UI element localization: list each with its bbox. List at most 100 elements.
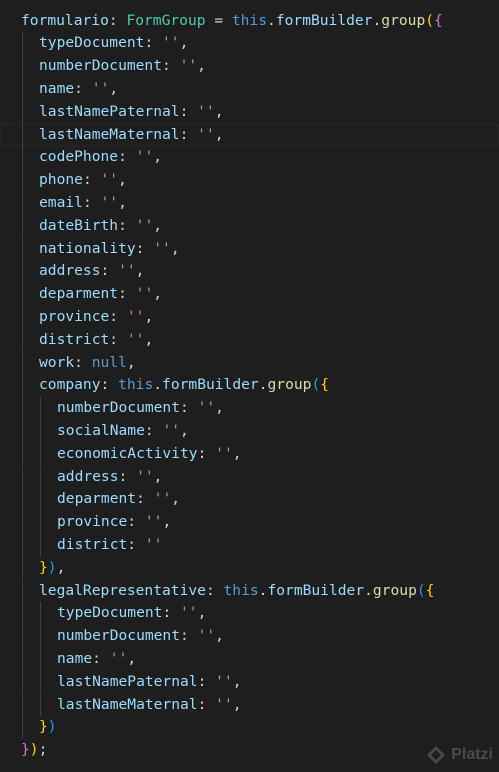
code-line[interactable]: email: '',	[0, 191, 499, 215]
code-line[interactable]: province: '',	[0, 305, 499, 329]
string-literal: ''	[144, 535, 163, 553]
punctuation: ,	[215, 627, 224, 645]
code-line[interactable]: district: '',	[0, 328, 499, 352]
code-line[interactable]: });	[0, 739, 499, 762]
property-name: district	[57, 535, 128, 553]
property-name: lastNameMaternal	[57, 695, 198, 713]
punctuation: ,	[118, 193, 127, 211]
code-line[interactable]: lastNamePaternal: '',	[0, 100, 499, 124]
punctuation: :	[100, 262, 119, 280]
code-text: })	[39, 716, 57, 739]
indent-guide	[40, 647, 41, 671]
code-line[interactable]: codePhone: '',	[0, 146, 499, 170]
variable-name: formulario	[21, 11, 109, 29]
code-line[interactable]: address: '',	[0, 465, 499, 489]
punctuation: :	[179, 102, 198, 120]
code-line[interactable]: lastNameMaternal: '',	[0, 123, 499, 147]
code-text: lastNameMaternal: '',	[57, 694, 242, 717]
code-line[interactable]: work: null,	[0, 351, 499, 375]
string-literal: ''	[179, 57, 198, 75]
bracket: }	[21, 741, 30, 759]
code-line[interactable]: })	[0, 716, 499, 740]
indent-guide	[22, 442, 23, 466]
code-text: name: '',	[57, 648, 136, 671]
code-line[interactable]: socialName: '',	[0, 419, 499, 443]
platzi-watermark: Platzi	[425, 744, 493, 766]
punctuation: :	[74, 79, 92, 97]
property-name: lastNamePaternal	[57, 672, 198, 690]
code-line[interactable]: district: ''	[0, 533, 499, 557]
code-text: email: '',	[39, 192, 127, 215]
punctuation: ,	[197, 57, 206, 75]
property-name: deparment	[57, 490, 137, 508]
string-literal: ''	[135, 216, 154, 234]
code-line[interactable]: phone: '',	[0, 169, 499, 192]
punctuation: :	[180, 627, 198, 645]
indent-guide	[22, 602, 23, 626]
code-line[interactable]: typeDocument: '',	[0, 602, 499, 626]
code-line[interactable]: lastNamePaternal: '',	[0, 670, 499, 694]
bracket: }	[39, 718, 48, 736]
property-name: province	[39, 307, 110, 325]
code-line[interactable]: nationality: '',	[0, 237, 499, 261]
indent-guide	[40, 419, 41, 443]
code-line[interactable]: legalRepresentative: this.formBuilder.gr…	[0, 579, 499, 603]
string-literal: ''	[215, 695, 233, 713]
property-name: deparment	[39, 285, 119, 303]
code-line[interactable]: name: '',	[0, 77, 499, 101]
string-literal: ''	[126, 307, 145, 325]
code-line[interactable]: province: '',	[0, 511, 499, 534]
punctuation: :	[136, 490, 154, 508]
punctuation: :	[197, 672, 216, 690]
code-line[interactable]: name: '',	[0, 647, 499, 671]
punctuation: :	[92, 649, 110, 667]
code-line[interactable]: dateBirth: '',	[0, 214, 499, 238]
watermark-text: Platzi	[451, 746, 493, 763]
code-text: deparment: '',	[57, 488, 180, 511]
indent-guide	[22, 191, 23, 215]
code-line[interactable]: company: this.formBuilder.group({	[0, 374, 499, 398]
property-name: district	[39, 330, 110, 348]
punctuation: ,	[232, 444, 242, 462]
code-editor[interactable]: formulario: FormGroup = this.formBuilder…	[0, 0, 499, 772]
code-text: work: null,	[39, 352, 136, 375]
code-text: phone: '',	[39, 169, 127, 192]
code-line[interactable]: deparment: '',	[0, 488, 499, 512]
code-line[interactable]: numberDocument: '',	[0, 55, 499, 78]
code-line[interactable]: lastNameMaternal: '',	[0, 693, 499, 717]
code-line[interactable]: economicActivity: '',	[0, 442, 499, 466]
punctuation: :	[118, 285, 136, 303]
bracket: {	[425, 581, 435, 599]
code-line[interactable]: address: '',	[0, 260, 499, 284]
function-name: group	[372, 581, 417, 599]
punctuation: :	[135, 239, 154, 257]
code-text: });	[21, 739, 47, 762]
code-line[interactable]: typeDocument: '',	[0, 32, 499, 56]
punctuation: :	[127, 535, 145, 553]
code-line[interactable]: }),	[0, 556, 499, 580]
code-text: lastNameMaternal: '',	[39, 124, 224, 147]
code-line[interactable]: numberDocument: '',	[0, 397, 499, 420]
punctuation: :	[100, 376, 119, 394]
property-name: numberDocument	[39, 57, 163, 75]
property-name: name	[57, 649, 93, 667]
indent-guide	[22, 397, 23, 420]
punctuation: ,	[214, 102, 224, 120]
bracket: )	[29, 741, 39, 759]
bracket: )	[47, 718, 57, 736]
property-name: nationality	[39, 239, 136, 257]
indent-guide	[22, 328, 23, 352]
code-line[interactable]: formulario: FormGroup = this.formBuilder…	[0, 10, 499, 33]
code-line[interactable]: numberDocument: '',	[0, 625, 499, 648]
platzi-logo-icon	[427, 746, 446, 764]
keyword: this	[231, 11, 268, 29]
punctuation: ,	[153, 216, 163, 234]
code-line[interactable]: deparment: '',	[0, 283, 499, 306]
code-text: province: '',	[39, 306, 153, 329]
string-literal: ''	[135, 285, 154, 303]
code-text: province: '',	[57, 511, 171, 534]
indent-guide	[22, 511, 23, 534]
keyword: this	[118, 376, 154, 394]
punctuation: ,	[162, 513, 172, 531]
property-name: formBuilder	[267, 581, 365, 599]
